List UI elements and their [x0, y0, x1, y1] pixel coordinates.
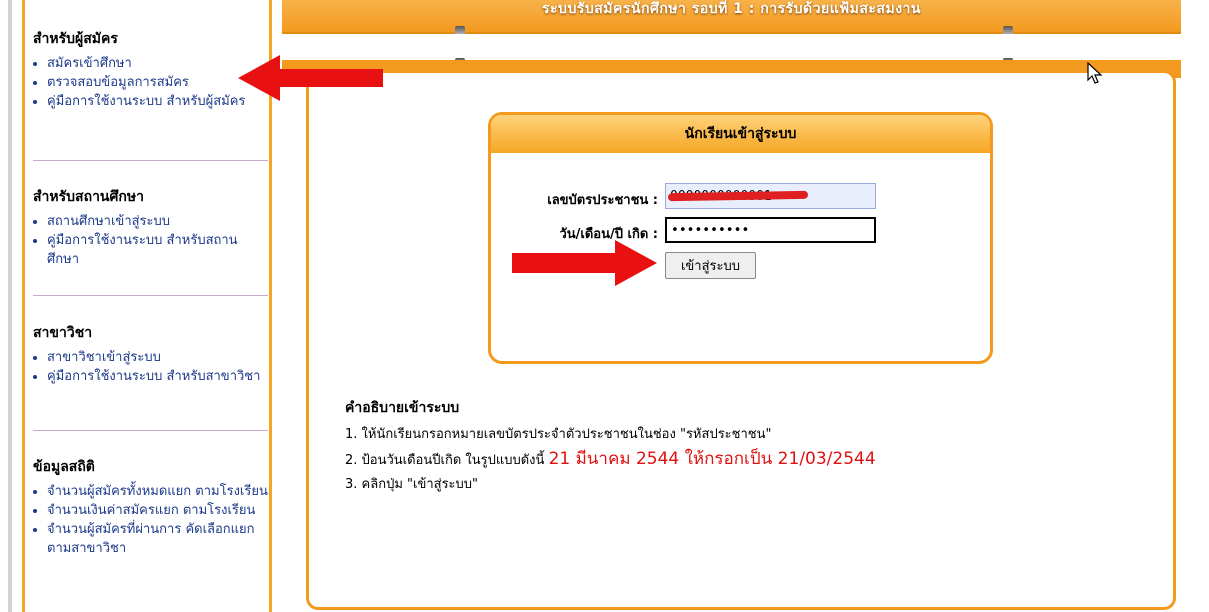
divider	[33, 295, 268, 296]
sidebar-item-major-manual[interactable]: คู่มือการใช้งานระบบ สำหรับสาขาวิชา	[47, 367, 268, 386]
sidebar-section-school: สำหรับสถานศึกษา สถานศึกษาเข้าสู่ระบบ คู่…	[33, 186, 268, 269]
instruction-step-2: 2. ป้อนวันเดือนปีเกิด ในรูปแบบดังนี้ 21 …	[345, 449, 1165, 471]
sidebar-section-stats: ข้อมูลสถิติ จำนวนผู้สมัครทั้งหมดแยก ตามโ…	[33, 456, 268, 558]
left-rule	[8, 0, 12, 612]
annotation-arrow-right-icon	[512, 240, 657, 286]
instruction-step-2-text: 2. ป้อนวันเดือนปีเกิด ในรูปแบบดังนี้	[345, 453, 549, 468]
banner-gap	[282, 34, 1181, 60]
annotation-arrow-left-icon	[238, 55, 383, 101]
sidebar: สำหรับผู้สมัคร สมัครเข้าศึกษา ตรวจสอบข้อ…	[22, 0, 272, 612]
sidebar-item-fees-by-school[interactable]: จำนวนเงินค่าสมัครแยก ตามโรงเรียน	[47, 501, 268, 520]
login-header: นักเรียนเข้าสู่ระบบ	[491, 115, 990, 153]
sidebar-item-school-login[interactable]: สถานศึกษาเข้าสู่ระบบ	[47, 212, 268, 231]
sidebar-section-major: สาขาวิชา สาขาวิชาเข้าสู่ระบบ คู่มือการใช…	[33, 322, 268, 386]
sidebar-item-applicant-manual[interactable]: คู่มือการใช้งานระบบ สำหรับผู้สมัคร	[47, 92, 268, 111]
divider	[33, 160, 268, 161]
mouse-cursor-icon	[1087, 62, 1103, 84]
banner-title: ระบบรับสมัครนักศึกษา รอบที่ 1 : การรับด้…	[542, 1, 921, 17]
page-banner: ระบบรับสมัครนักศึกษา รอบที่ 1 : การรับด้…	[282, 0, 1181, 34]
instructions: คำอธิบายเข้าระบบ 1. ให้นักเรียนกรอกหมายเ…	[345, 397, 1165, 499]
instruction-step-2-example: 21 มีนาคม 2544 ให้กรอกเป็น 21/03/2544	[548, 449, 876, 469]
sidebar-item-check-application[interactable]: ตรวจสอบข้อมูลการสมัคร	[47, 73, 268, 92]
sidebar-item-major-login[interactable]: สาขาวิชาเข้าสู่ระบบ	[47, 348, 268, 367]
section-heading: สำหรับสถานศึกษา	[33, 189, 144, 205]
instructions-title: คำอธิบายเข้าระบบ	[345, 400, 460, 416]
section-heading: สำหรับผู้สมัคร	[33, 31, 118, 47]
instruction-step-3: 3. คลิกปุ่ม "เข้าสู่ระบบ"	[345, 477, 479, 492]
sidebar-section-applicant: สำหรับผู้สมัคร สมัครเข้าศึกษา ตรวจสอบข้อ…	[33, 28, 268, 111]
sidebar-item-stats-by-school[interactable]: จำนวนผู้สมัครทั้งหมดแยก ตามโรงเรียน	[47, 482, 268, 501]
section-heading: ข้อมูลสถิติ	[33, 459, 95, 475]
birthdate-input[interactable]	[665, 217, 876, 243]
sidebar-item-apply[interactable]: สมัครเข้าศึกษา	[47, 54, 268, 73]
sidebar-item-passed-by-major[interactable]: จำนวนผู้สมัครที่ผ่านการ คัดเลือกแยกตามสา…	[47, 520, 268, 558]
login-button[interactable]: เข้าสู่ระบบ	[665, 252, 756, 279]
instruction-step-1: 1. ให้นักเรียนกรอกหมายเลขบัตรประจำตัวประ…	[345, 427, 772, 442]
id-label: เลขบัตรประชาชน :	[547, 193, 658, 208]
section-heading: สาขาวิชา	[33, 325, 93, 341]
sidebar-item-school-manual[interactable]: คู่มือการใช้งานระบบ สำหรับสถานศึกษา	[47, 231, 268, 269]
divider	[33, 430, 268, 431]
